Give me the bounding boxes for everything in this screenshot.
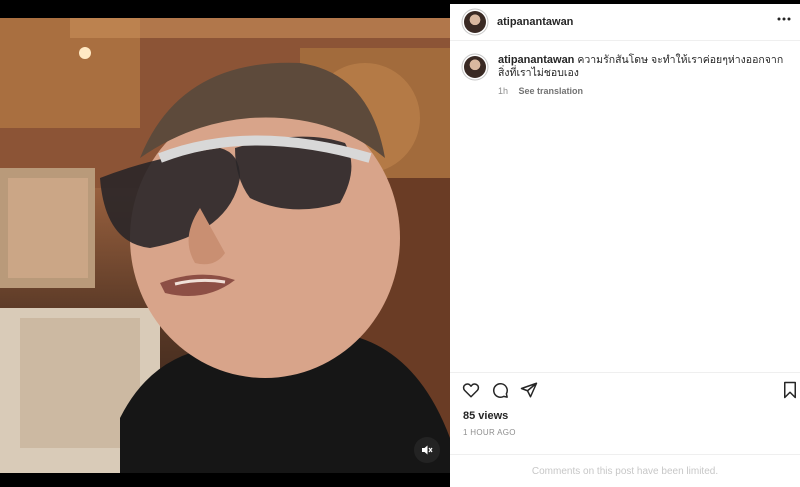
time-short: 1h	[498, 86, 509, 96]
post-details-panel: atipanantawan atipanantawan ความรักสันโด…	[450, 4, 800, 487]
comment-icon[interactable]	[491, 381, 509, 399]
mute-toggle-button[interactable]	[414, 437, 440, 463]
views-count[interactable]: 85 views	[463, 410, 508, 422]
caption-username[interactable]: atipanantawan	[498, 54, 574, 66]
see-translation-link[interactable]: See translation	[519, 86, 584, 96]
divider	[450, 454, 800, 455]
heart-icon[interactable]	[462, 381, 480, 399]
caption-meta: 1h See translation	[498, 86, 583, 96]
comments-limited-notice: Comments on this post have been limited.	[531, 466, 719, 477]
post-media-video[interactable]	[0, 18, 450, 473]
speaker-muted-icon	[422, 445, 433, 455]
video-frame-image	[0, 18, 450, 473]
header-username[interactable]: atipanantawan	[497, 16, 573, 28]
send-icon[interactable]	[520, 381, 538, 399]
post-header: atipanantawan	[450, 4, 800, 41]
post-caption: atipanantawan ความรักสันโดษ จะทำให้เราค่…	[498, 54, 788, 80]
caption-avatar[interactable]	[464, 56, 486, 78]
more-horizontal-icon[interactable]	[776, 14, 792, 24]
avatar[interactable]	[464, 11, 486, 33]
divider	[450, 372, 800, 373]
timestamp[interactable]: 1 HOUR AGO	[463, 428, 516, 437]
bookmark-icon[interactable]	[781, 381, 799, 399]
